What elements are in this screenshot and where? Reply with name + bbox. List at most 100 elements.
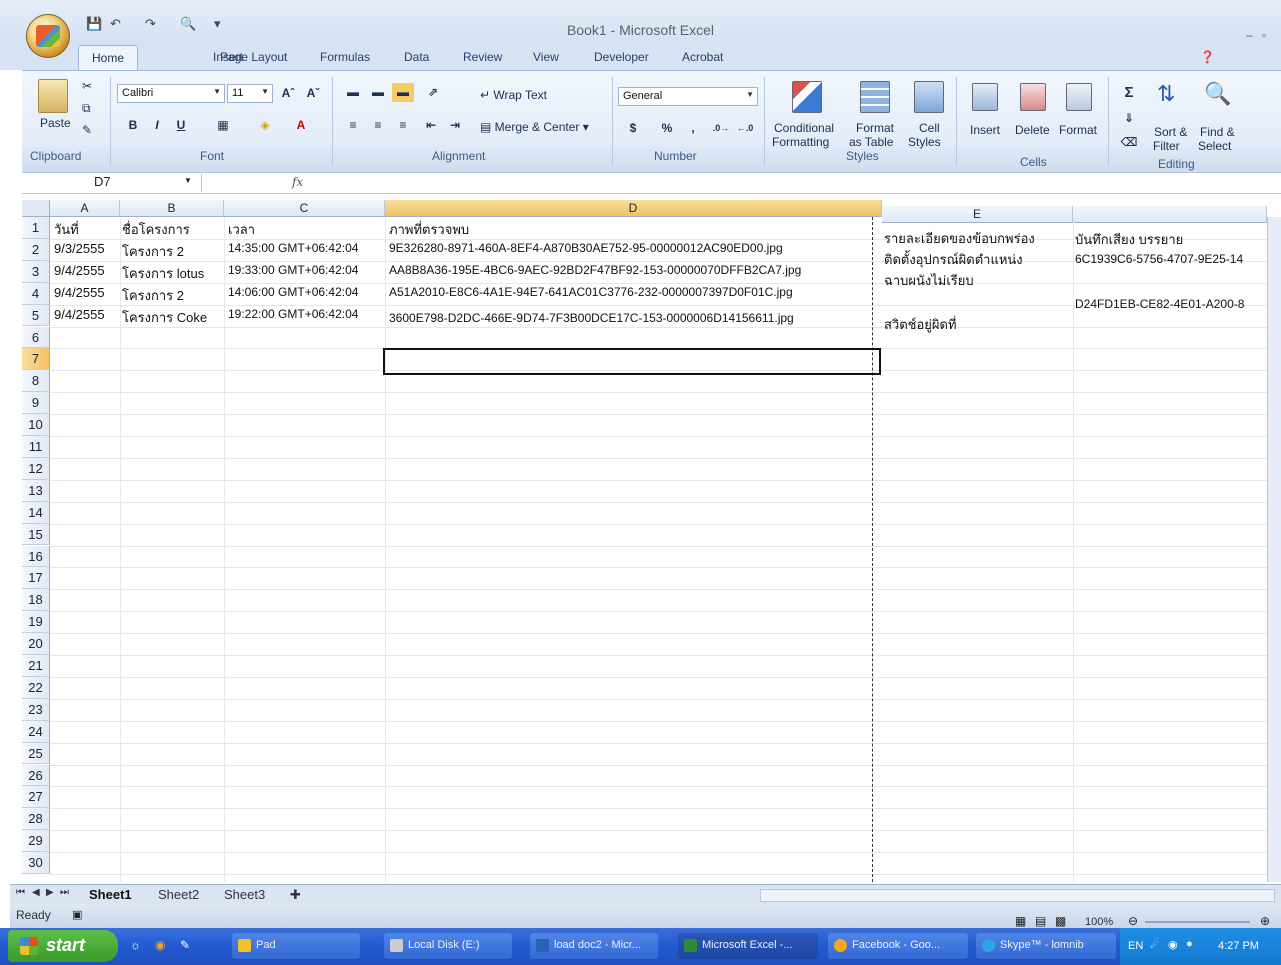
cell-styles-label-1[interactable]: Cell: [919, 121, 940, 135]
format-as-table-icon[interactable]: [860, 81, 890, 113]
row-header[interactable]: 24: [22, 720, 50, 743]
cell-b3[interactable]: โครงการ lotus: [122, 263, 204, 284]
row-header[interactable]: 27: [22, 786, 50, 809]
font-name-combo[interactable]: Calibri ▼: [117, 84, 225, 103]
task-facebook[interactable]: Facebook - Goo...: [828, 933, 968, 959]
conditional-formatting-label-1[interactable]: Conditional: [774, 121, 834, 135]
tab-page-layout[interactable]: Page Layout: [220, 50, 287, 64]
increase-decimal-icon[interactable]: .0→: [710, 119, 732, 138]
cell-a1[interactable]: วันที่: [54, 219, 79, 240]
comma-button[interactable]: ,: [682, 119, 704, 138]
row-header[interactable]: 11: [22, 436, 50, 458]
sort-filter-label-1[interactable]: Sort &: [1154, 125, 1187, 139]
row-header[interactable]: 10: [22, 414, 50, 436]
zoom-slider[interactable]: [1145, 921, 1250, 923]
cell-c4[interactable]: 14:06:00 GMT+06:42:04: [228, 285, 358, 299]
decrease-indent-icon[interactable]: ⇤: [420, 116, 442, 135]
row-header[interactable]: 13: [22, 479, 50, 502]
row-header[interactable]: 3: [22, 260, 50, 283]
row-header[interactable]: 15: [22, 523, 50, 546]
number-format-combo[interactable]: General ▼: [618, 87, 758, 106]
copy-icon[interactable]: ⧉: [82, 101, 91, 116]
row-header[interactable]: 20: [22, 633, 50, 655]
delete-cells-button[interactable]: Delete: [1015, 123, 1050, 137]
sort-filter-label-2[interactable]: Filter: [1153, 139, 1180, 153]
align-middle-icon[interactable]: ▬: [367, 83, 389, 102]
cell-f1[interactable]: บันทึกเสียง บรรยาย: [1075, 229, 1183, 250]
row-header[interactable]: 21: [22, 655, 50, 677]
tab-home[interactable]: Home: [78, 45, 138, 71]
cell-b4[interactable]: โครงการ 2: [122, 285, 184, 306]
conditional-formatting-icon[interactable]: [792, 81, 822, 113]
fx-icon[interactable]: fx: [292, 175, 303, 189]
help-icon[interactable]: ❓: [1200, 50, 1215, 64]
cell-e1[interactable]: รายละเอียดของข้อบกพร่อง: [884, 228, 1035, 249]
row-header[interactable]: 26: [22, 764, 50, 787]
row-header[interactable]: 12: [22, 457, 50, 480]
row-header[interactable]: 23: [22, 698, 50, 721]
row-header[interactable]: 30: [22, 852, 50, 874]
task-skype[interactable]: Skype™ - lomnib: [976, 933, 1116, 959]
task-local-disk[interactable]: Local Disk (E:): [384, 933, 512, 959]
name-box[interactable]: D7 ▼: [22, 174, 202, 192]
cell-e5[interactable]: สวิตช์อยู่ผิดที่: [884, 314, 957, 335]
currency-button[interactable]: $: [622, 119, 644, 138]
tab-data[interactable]: Data: [404, 50, 429, 64]
sort-filter-icon[interactable]: ⇅: [1157, 81, 1175, 107]
align-top-icon[interactable]: ▬: [342, 83, 364, 102]
fill-color-icon[interactable]: ◈: [254, 116, 276, 135]
align-right-icon[interactable]: ≡: [392, 116, 414, 135]
format-as-table-label-1[interactable]: Format: [856, 121, 894, 135]
row-header[interactable]: 16: [22, 545, 50, 568]
first-sheet-icon[interactable]: ⏮: [16, 887, 25, 898]
fill-icon[interactable]: ⇓: [1118, 109, 1140, 128]
column-header-b[interactable]: B: [120, 200, 224, 217]
decrease-decimal-icon[interactable]: ←.0: [734, 119, 756, 138]
row-header[interactable]: 9: [22, 392, 50, 415]
tab-developer[interactable]: Developer: [594, 50, 649, 64]
row-header[interactable]: 19: [22, 611, 50, 634]
row-header[interactable]: 14: [22, 501, 50, 524]
cell-d5[interactable]: 3600E798-D2DC-466E-9D74-7F3B00DCE17C-153…: [389, 311, 879, 325]
font-color-icon[interactable]: A: [290, 116, 312, 135]
format-cells-button[interactable]: Format: [1059, 123, 1097, 137]
normal-view-icon[interactable]: ▦: [1015, 914, 1026, 928]
cell-c1[interactable]: เวลา: [228, 219, 255, 240]
row-header[interactable]: 8: [22, 370, 50, 393]
column-header-f[interactable]: [1073, 206, 1267, 223]
insert-cells-icon[interactable]: [972, 83, 998, 111]
row-header[interactable]: 22: [22, 676, 50, 699]
chrome-icon[interactable]: ◉: [155, 938, 165, 952]
tab-review[interactable]: Review: [463, 50, 502, 64]
language-indicator[interactable]: EN: [1128, 940, 1143, 952]
find-select-label-1[interactable]: Find &: [1200, 125, 1235, 139]
column-header-c[interactable]: C: [224, 200, 385, 217]
restore-icon[interactable]: ▫: [1262, 28, 1266, 42]
underline-icon[interactable]: U: [170, 116, 192, 135]
grow-font-icon[interactable]: Aˆ: [277, 84, 299, 103]
cell-a5[interactable]: 9/4/2555: [54, 307, 105, 322]
next-sheet-icon[interactable]: ▶: [46, 887, 54, 898]
cut-icon[interactable]: ✂: [82, 79, 92, 93]
row-header[interactable]: 2: [22, 238, 50, 261]
start-button[interactable]: start: [8, 930, 118, 962]
row-header[interactable]: 28: [22, 808, 50, 831]
pen-icon[interactable]: ✎: [180, 938, 190, 952]
ie-icon[interactable]: ☼: [130, 938, 141, 952]
row-header[interactable]: 17: [22, 567, 50, 590]
format-painter-icon[interactable]: ✎: [82, 123, 92, 137]
cell-b2[interactable]: โครงการ 2: [122, 241, 184, 262]
task-word[interactable]: load doc2 - Micr...: [530, 933, 658, 959]
shrink-font-icon[interactable]: Aˇ: [302, 84, 324, 103]
cell-styles-icon[interactable]: [914, 81, 944, 113]
increase-indent-icon[interactable]: ⇥: [444, 116, 466, 135]
clear-icon[interactable]: ⌫: [1118, 133, 1140, 152]
tab-formulas[interactable]: Formulas: [320, 50, 370, 64]
task-pad[interactable]: Pad: [232, 933, 360, 959]
minimize-icon[interactable]: –: [1246, 28, 1253, 42]
prev-sheet-icon[interactable]: ◀: [32, 887, 40, 898]
tab-view[interactable]: View: [533, 50, 559, 64]
zoom-out-icon[interactable]: ⊖: [1128, 914, 1138, 928]
bold-icon[interactable]: B: [122, 116, 144, 135]
sheet-tab-3[interactable]: Sheet3: [224, 887, 265, 902]
